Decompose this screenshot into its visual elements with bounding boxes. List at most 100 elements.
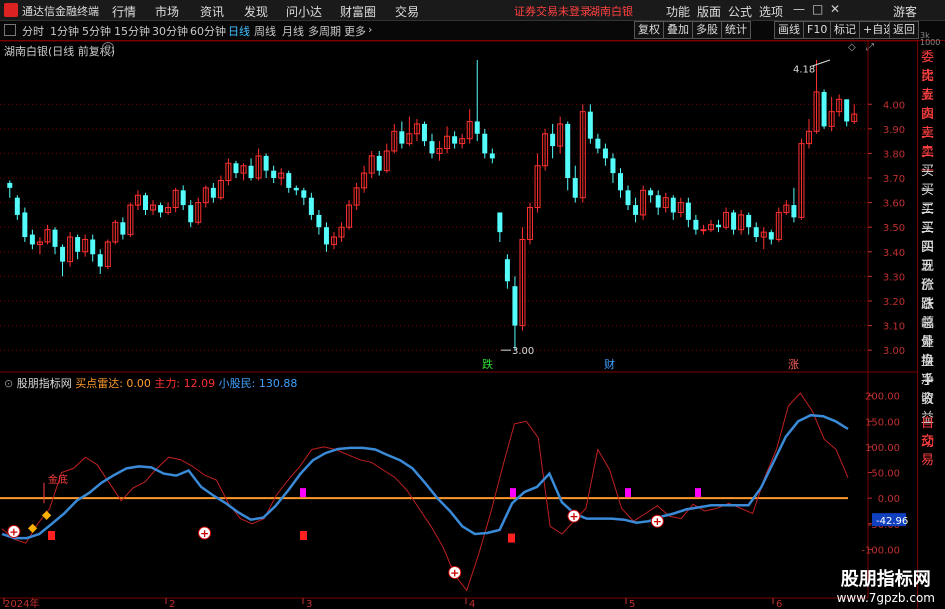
signal-marker [695, 488, 701, 498]
candle-body [158, 205, 164, 213]
gem-icon: ◆ [28, 520, 38, 534]
signal-marker [510, 488, 516, 498]
candle-body [504, 259, 510, 282]
candle-body [233, 163, 239, 174]
low-label: 3.00 [512, 346, 534, 357]
x-axis-label: 4 [469, 599, 475, 609]
candle-body [293, 187, 299, 191]
candle-body [791, 205, 797, 218]
x-axis-label: 6 [776, 599, 782, 609]
candle-body [248, 165, 254, 179]
ind-axis-label: 100.00 [865, 443, 900, 454]
candle-body [14, 197, 20, 215]
indicator-header: ⊙ 股朋指标网 买点雷达: 0.00 主力: 12.09 小股民: 130.88 [4, 375, 297, 391]
candle-body [700, 229, 707, 232]
candle-body [120, 222, 126, 235]
candle-body [685, 202, 691, 220]
candle-body [60, 246, 66, 262]
side-trade[interactable]: 交易 [921, 430, 945, 468]
y-axis-label: 3.80 [883, 149, 905, 160]
candle-body [482, 133, 488, 154]
candle-body [821, 91, 827, 127]
candle-body [376, 155, 382, 171]
candle-body [474, 121, 480, 134]
candle-body [602, 148, 608, 159]
candle-body [670, 197, 676, 213]
candle-body [512, 286, 518, 326]
candle-body [142, 195, 148, 210]
candle-body [22, 212, 28, 238]
watermark-url: www.7gpzb.com [836, 591, 935, 605]
candle-body [610, 158, 616, 174]
ind-axis-label: 50.00 [871, 469, 900, 480]
high-label: 4.18 [793, 64, 815, 75]
side-panel: 3k 1000 委比 卖五 卖四 卖三 卖二 卖一 买一 买二 买三 买四 买五 现价 涨跌 涨幅 总量外… [917, 31, 945, 609]
main-force-label: 主力: 12.09 [154, 377, 216, 390]
candle-body [565, 123, 571, 179]
watermark: 股朋指标网 www.7gpzb.com [837, 565, 935, 605]
candle-body [263, 155, 269, 171]
candle-body [271, 170, 277, 179]
candle-body [301, 190, 307, 198]
candle-body [308, 197, 314, 215]
y-axis-label: 3.60 [883, 199, 905, 210]
candle-body [648, 190, 654, 196]
candle-body [587, 111, 593, 139]
signal-marker [300, 488, 306, 498]
candle-body [421, 123, 427, 142]
candle-body [90, 239, 96, 255]
ind-axis-label: 150.00 [865, 417, 900, 428]
ind-axis-label: 0.00 [878, 494, 900, 505]
candle-body [316, 214, 322, 228]
candle-body [399, 131, 405, 144]
sell-marker [48, 531, 55, 541]
indicator-name[interactable]: 股朋指标网 [17, 377, 72, 390]
candle-body [7, 182, 13, 188]
indicator-settings-icon[interactable]: ⊙ [4, 377, 13, 390]
event-marker-down: 跌 [482, 357, 493, 371]
gem-icon: ◆ [42, 508, 52, 522]
candle-body [633, 205, 639, 215]
x-axis-label: 5 [629, 599, 635, 609]
candle-body [97, 254, 103, 267]
y-axis-label: 3.10 [883, 322, 905, 333]
buy-marker-plus: + [653, 515, 662, 528]
candle-body [617, 173, 623, 191]
candle-body [746, 214, 752, 228]
candle-body [655, 195, 661, 208]
ind-axis-label: 200.00 [865, 392, 900, 403]
y-axis-label: 3.40 [883, 248, 905, 259]
candle-body [180, 190, 186, 206]
current-value: -42.96 [876, 516, 908, 527]
y-axis-label: 4.00 [883, 100, 905, 111]
x-axis-label: 2 [169, 599, 175, 609]
candle-body [595, 138, 601, 149]
candle-body [452, 136, 458, 144]
buy-radar-label: 买点雷达: 0.00 [75, 377, 151, 390]
candle-body [753, 227, 759, 238]
y-axis-label: 3.90 [883, 125, 905, 136]
main-force-line [1, 392, 849, 592]
candle-body [768, 232, 774, 240]
small-investor-line [1, 413, 849, 540]
golden-bottom-label: 金底 [48, 473, 68, 486]
y-axis-label: 3.30 [883, 272, 905, 283]
y-axis-label: 3.20 [883, 297, 905, 308]
candle-body [731, 212, 737, 230]
candle-body [625, 190, 631, 206]
buy-marker-plus: + [569, 510, 578, 523]
y-axis-label: 3.00 [883, 346, 905, 357]
candle-body [693, 219, 699, 230]
candle-body [323, 227, 329, 245]
candle-body [29, 234, 35, 245]
kline-chart[interactable]: 4.00 3.90 3.80 3.70 3.60 3.50 3.40 3.30 3.20 3.10… [0, 0, 945, 609]
event-marker-up: 涨 [788, 358, 799, 371]
candle-body [188, 205, 194, 223]
candle-body [286, 173, 292, 188]
candle-body [844, 99, 850, 122]
event-marker-finance: 财 [604, 357, 615, 371]
candle-body [716, 224, 722, 228]
y-axis-label: 3.70 [883, 174, 905, 185]
buy-marker-plus: + [9, 525, 18, 538]
high-arrow [811, 59, 831, 67]
